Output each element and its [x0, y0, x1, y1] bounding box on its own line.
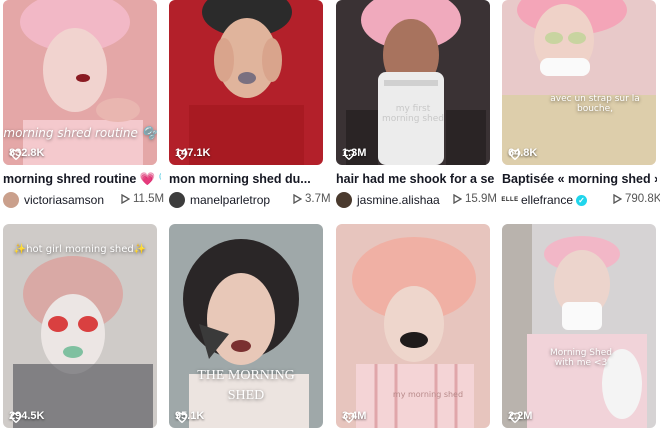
- thumbnail-caption: ✨hot girl morning shed✨: [13, 244, 147, 255]
- play-icon: [121, 194, 130, 204]
- video-grid: morning shred routine 🫧 832.8K morning s…: [0, 0, 660, 428]
- thumbnail-image: [336, 0, 490, 165]
- heart-icon: [509, 412, 521, 424]
- author-row: manelparletrop: [169, 192, 270, 208]
- play-icon: [453, 194, 462, 204]
- play-count-label: 3.7M: [305, 193, 331, 205]
- heart-icon: [509, 149, 521, 161]
- thumbnail-caption: morning shred routine 🫧: [3, 126, 157, 140]
- play-count: 3.7M: [292, 193, 331, 205]
- play-icon: [613, 194, 622, 204]
- view-count: 294.5K: [9, 410, 44, 424]
- avatar[interactable]: [3, 192, 19, 208]
- heart-icon: [343, 149, 355, 161]
- play-icon: [293, 194, 302, 204]
- play-count-label: 11.5M: [133, 193, 165, 205]
- avatar[interactable]: [336, 192, 352, 208]
- author-username[interactable]: ellefrance: [521, 193, 573, 207]
- thumbnail-caption: my first morning shed: [382, 104, 444, 124]
- video-title[interactable]: morning shred routine 💗 🫧: [3, 172, 161, 187]
- video-title[interactable]: mon morning shed du...: [169, 172, 327, 186]
- play-count-label: 15.9M: [465, 193, 497, 205]
- thumbnail-image: [3, 0, 157, 165]
- video-thumbnail[interactable]: 147.1K: [169, 0, 323, 165]
- video-thumbnail[interactable]: morning shred routine 🫧 832.8K: [3, 0, 157, 165]
- video-thumbnail[interactable]: Morning Shed with me <3 2.2M: [502, 224, 656, 428]
- play-count: 790.8K: [612, 193, 660, 205]
- thumbnail-caption: avec un strap sur la bouche,: [550, 94, 640, 114]
- view-count: 95.1K: [175, 410, 204, 424]
- video-thumbnail[interactable]: ✨hot girl morning shed✨ 294.5K: [3, 224, 157, 428]
- video-thumbnail[interactable]: avec un strap sur la bouche, 64.8K: [502, 0, 656, 165]
- author-row: victoriasamson: [3, 192, 104, 208]
- video-title[interactable]: Baptisée « morning shed »,...: [502, 172, 657, 186]
- play-count-label: 790.8K: [625, 193, 660, 205]
- view-count: 2.2M: [508, 410, 532, 424]
- heart-icon: [343, 412, 355, 424]
- heart-icon: [176, 149, 188, 161]
- thumbnail-image: [502, 224, 656, 428]
- view-count: 832.8K: [9, 147, 44, 161]
- author-row: ELLE ellefrance ✓: [501, 192, 588, 208]
- thumbnail-caption: THE MORNING SHED: [197, 368, 295, 403]
- thumbnail-caption: Morning Shed with me <3: [550, 348, 612, 368]
- view-count: 3.4M: [342, 410, 366, 424]
- brand-logo-icon[interactable]: ELLE: [501, 192, 518, 208]
- view-count: 1.3M: [342, 147, 366, 161]
- author-row: jasmine.alishaa: [336, 192, 440, 208]
- video-thumbnail[interactable]: my first morning shed 1.3M: [336, 0, 490, 165]
- view-count: 147.1K: [175, 147, 210, 161]
- verified-badge-icon: ✓: [576, 194, 588, 206]
- video-thumbnail[interactable]: my morning shed 3.4M: [336, 224, 490, 428]
- author-username[interactable]: jasmine.alishaa: [357, 193, 440, 207]
- author-username[interactable]: manelparletrop: [190, 193, 270, 207]
- author-username[interactable]: victoriasamson: [24, 193, 104, 207]
- thumbnail-image: [169, 0, 323, 165]
- avatar[interactable]: [169, 192, 185, 208]
- heart-icon: [176, 412, 188, 424]
- heart-icon: [10, 149, 22, 161]
- play-count: 15.9M: [452, 193, 497, 205]
- heart-icon: [10, 412, 22, 424]
- view-count: 64.8K: [508, 147, 537, 161]
- video-thumbnail[interactable]: THE MORNING SHED 95.1K: [169, 224, 323, 428]
- thumbnail-image: [502, 0, 656, 165]
- play-count: 11.5M: [120, 193, 164, 205]
- video-title[interactable]: hair had me shook for a sec...: [336, 172, 494, 186]
- thumbnail-caption: my morning shed: [392, 390, 464, 399]
